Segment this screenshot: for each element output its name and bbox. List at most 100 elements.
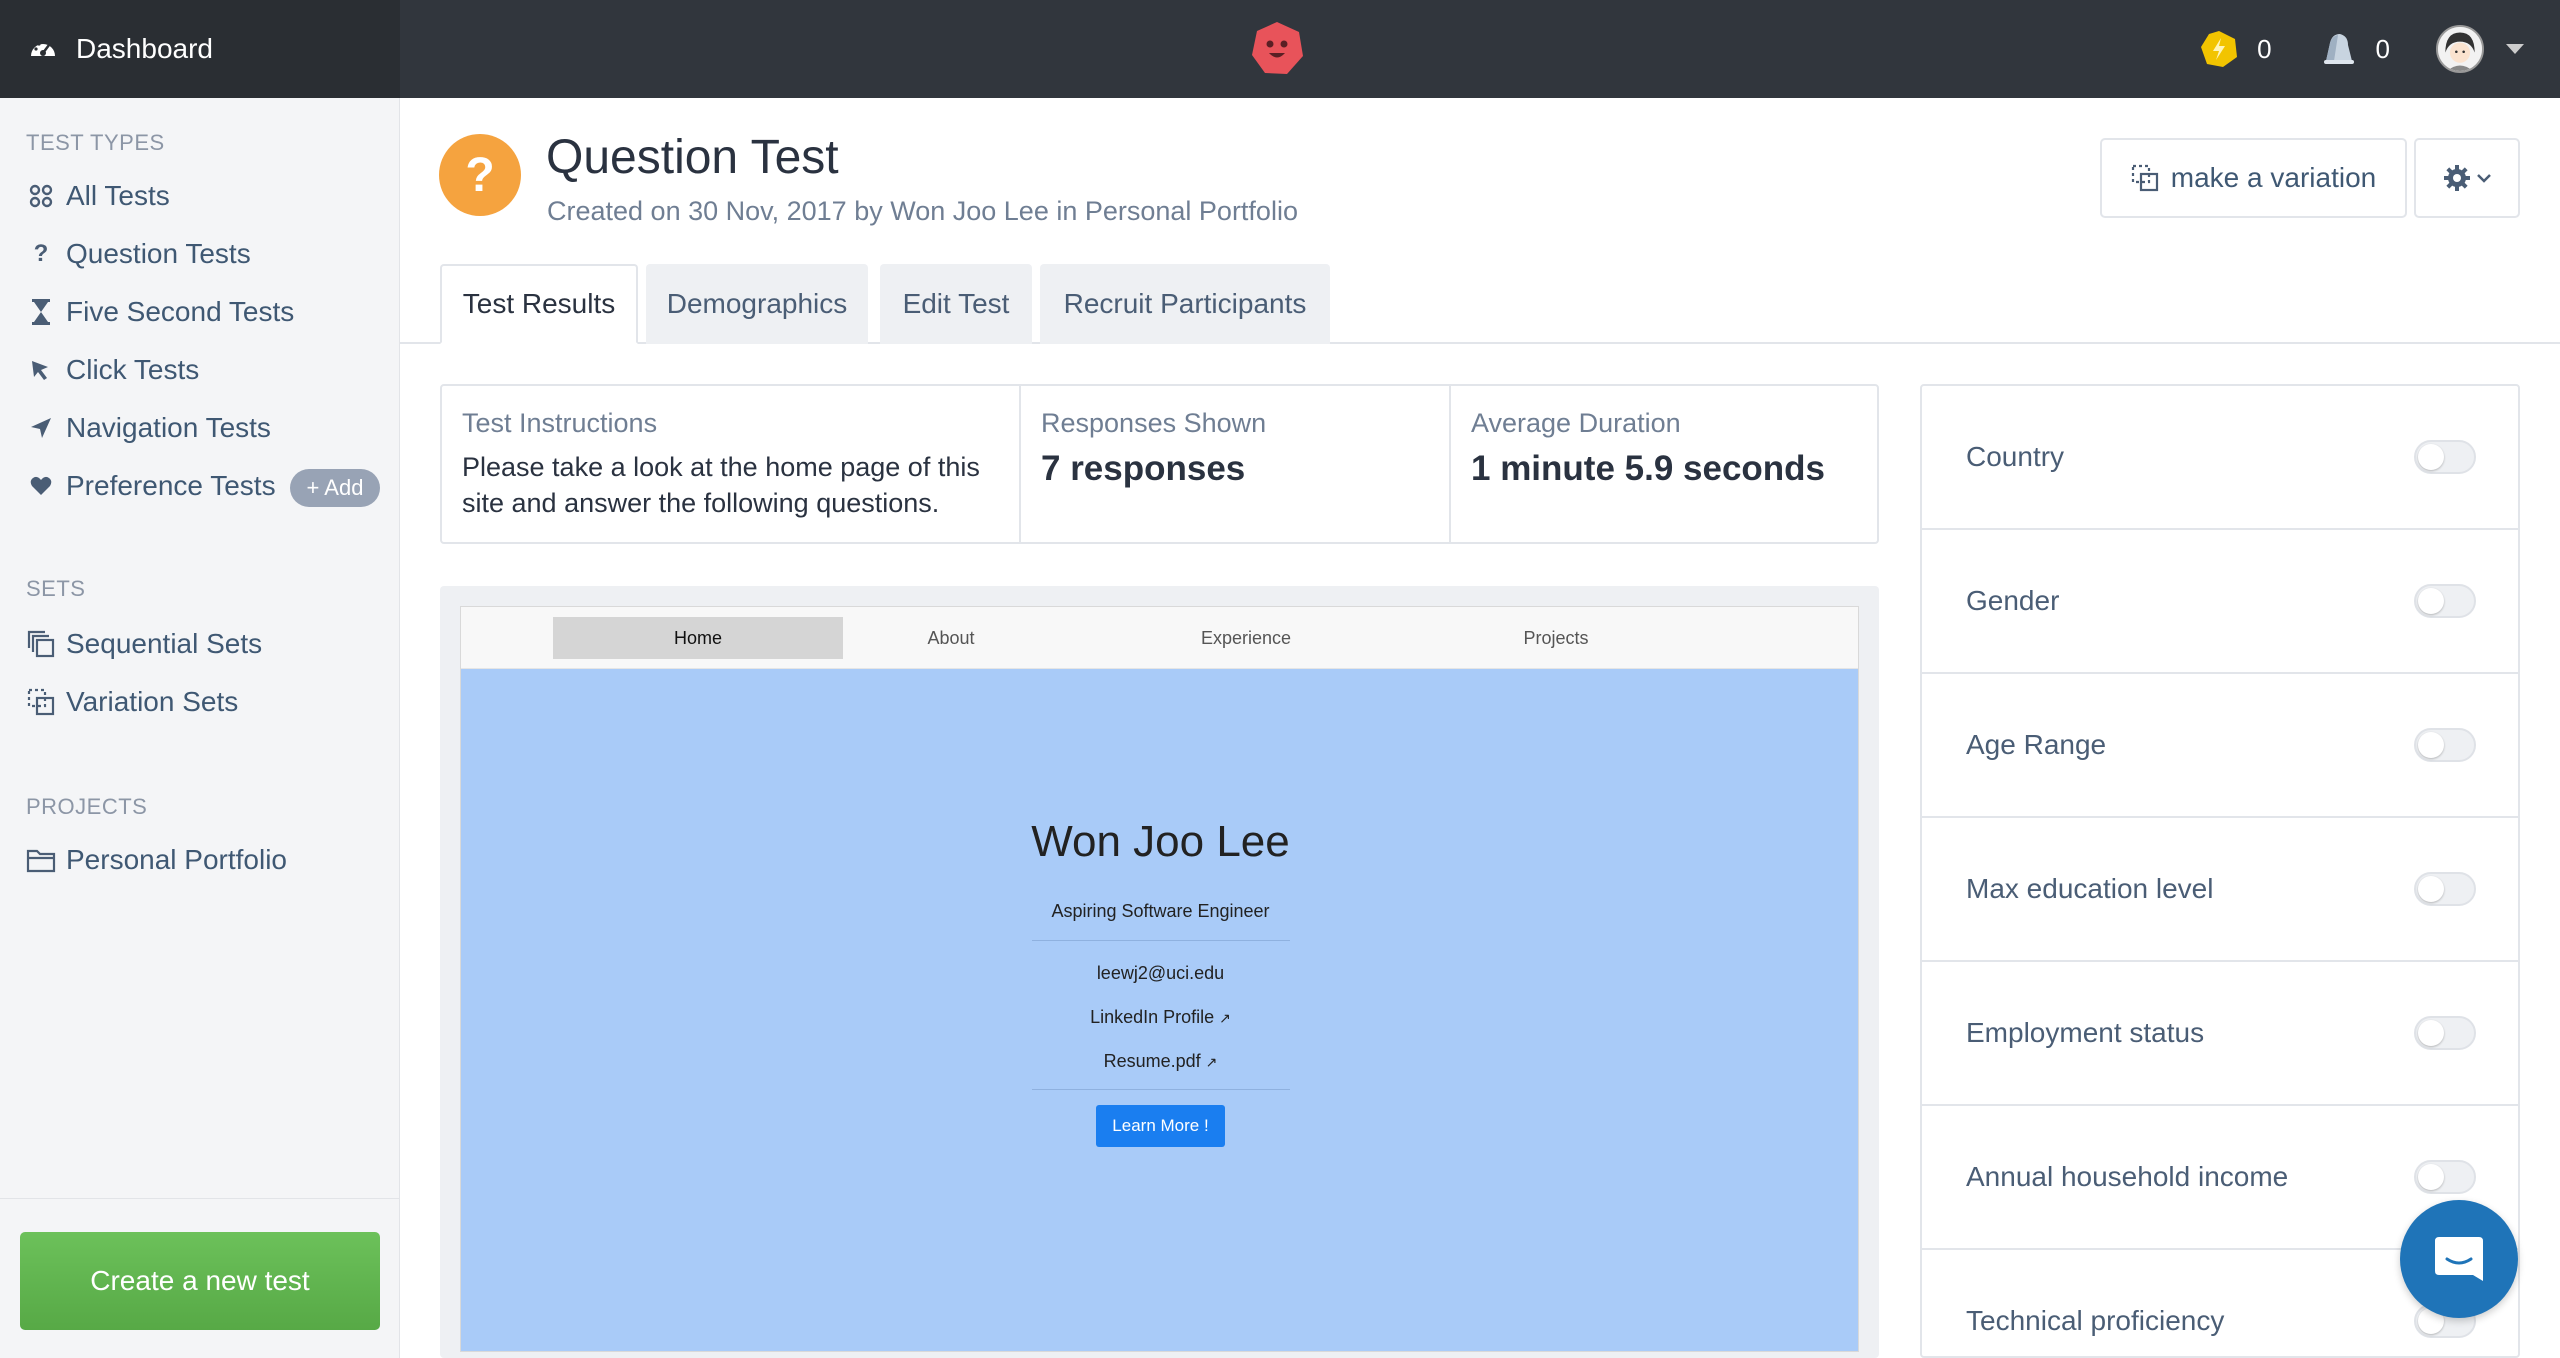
dashboard-icon xyxy=(31,40,55,56)
app-logo-icon[interactable] xyxy=(1249,20,1305,76)
preview-linkedin: LinkedIn Profile ↗ xyxy=(1090,1007,1231,1027)
dashboard-label: Dashboard xyxy=(76,33,213,64)
credits-coin-icon xyxy=(2201,31,2238,67)
duration-panel: Average Duration 1 minute 5.9 seconds xyxy=(1451,386,1877,542)
sidebar-item-label: Sequential Sets xyxy=(66,628,263,659)
filter-toggle[interactable] xyxy=(2414,872,2476,906)
sidebar-item-variation-sets[interactable]: Variation Sets xyxy=(26,682,238,722)
filter-label: Age Range xyxy=(1966,729,2107,760)
chevron-down-icon xyxy=(2477,174,2491,183)
filter-toggle[interactable] xyxy=(2414,728,2476,762)
gear-icon xyxy=(2444,165,2470,191)
chat-launcher-button[interactable] xyxy=(2400,1200,2518,1318)
external-link-icon: ↗ xyxy=(1219,1010,1231,1026)
notifications-count: 0 xyxy=(2375,33,2390,64)
instructions-text: Please take a look at the home page of t… xyxy=(462,452,980,518)
tab-demographics[interactable]: Demographics xyxy=(646,264,868,344)
sidebar-item-preference-tests[interactable]: Preference Tests xyxy=(26,466,276,506)
sidebar-item-all-tests[interactable]: All Tests xyxy=(26,176,170,216)
heart-icon xyxy=(26,476,56,496)
sidebar-item-label: Five Second Tests xyxy=(66,296,295,327)
bell-icon xyxy=(2323,34,2354,64)
responses-label: Responses Shown xyxy=(1041,408,1267,438)
filter-label: Country xyxy=(1966,441,2065,472)
website-screenshot: Home About Experience Projects Won Joo L… xyxy=(460,606,1859,1352)
credits-count: 0 xyxy=(2257,33,2272,64)
preview-divider xyxy=(1032,1089,1290,1090)
duration-value: 1 minute 5.9 seconds xyxy=(1471,449,1826,488)
variation-sets-icon xyxy=(26,688,56,716)
filter-label: Annual household income xyxy=(1966,1161,2289,1192)
filter-label: Gender xyxy=(1966,585,2060,616)
test-types-heading: TEST TYPES xyxy=(26,130,165,155)
sidebar-item-personal-portfolio[interactable]: Personal Portfolio xyxy=(26,840,287,880)
sidebar-divider xyxy=(0,1198,399,1199)
external-link-icon: ↗ xyxy=(1205,1054,1218,1070)
filter-toggle[interactable] xyxy=(2414,1160,2476,1194)
sidebar-item-navigation-tests[interactable]: Navigation Tests xyxy=(26,408,271,448)
navigation-arrow-icon xyxy=(26,417,56,439)
sets-heading: SETS xyxy=(26,576,86,601)
user-menu[interactable] xyxy=(2436,25,2524,73)
preview-nav-about: About xyxy=(927,627,975,648)
preview-nav-experience: Experience xyxy=(1200,627,1292,648)
filter-country: Country xyxy=(1922,386,2518,530)
preview-navbar: Home About Experience Projects xyxy=(461,607,1858,669)
test-summary: Test Instructions Please take a look at … xyxy=(440,384,1879,544)
sidebar-item-label: Question Tests xyxy=(66,238,251,269)
sidebar-item-five-second-tests[interactable]: Five Second Tests xyxy=(26,292,294,332)
sidebar-item-click-tests[interactable]: Click Tests xyxy=(26,350,199,390)
preview-learn-more-button: Learn More ! xyxy=(1096,1105,1225,1147)
filter-employment: Employment status xyxy=(1922,962,2518,1106)
filter-gender: Gender xyxy=(1922,530,2518,674)
sidebar-item-label: Variation Sets xyxy=(66,686,239,717)
tab-test-results[interactable]: Test Results xyxy=(440,264,638,344)
chat-icon xyxy=(2435,1237,2483,1281)
sidebar-item-label: Preference Tests xyxy=(66,470,276,501)
filter-toggle[interactable] xyxy=(2414,584,2476,618)
responses-panel: Responses Shown 7 responses xyxy=(1021,386,1451,542)
preview-nav-projects: Projects xyxy=(1523,627,1589,648)
responses-value: 7 responses xyxy=(1041,449,1246,488)
filter-toggle[interactable] xyxy=(2414,1016,2476,1050)
tab-recruit-participants[interactable]: Recruit Participants xyxy=(1040,264,1330,344)
filter-label: Max education level xyxy=(1966,873,2214,904)
tab-edit-test[interactable]: Edit Test xyxy=(880,264,1032,344)
sidebar xyxy=(0,98,400,1358)
sidebar-item-label: Personal Portfolio xyxy=(66,844,288,875)
question-icon: ? xyxy=(33,240,49,267)
sidebar-item-label: Navigation Tests xyxy=(66,412,271,443)
filter-label: Employment status xyxy=(1966,1017,2205,1048)
filter-toggle[interactable] xyxy=(2414,440,2476,474)
settings-dropdown-button[interactable] xyxy=(2414,138,2520,218)
page-title: Question Test xyxy=(546,131,839,184)
top-bar: Dashboard 0 0 xyxy=(0,0,2560,98)
instructions-label: Test Instructions xyxy=(462,408,658,438)
preview-hero: Won Joo Lee Aspiring Software Engineer l… xyxy=(461,669,1858,1351)
sidebar-item-label: All Tests xyxy=(66,180,170,211)
preview-divider xyxy=(1032,940,1290,941)
sidebar-item-sequential-sets[interactable]: Sequential Sets xyxy=(26,624,262,664)
cursor-icon xyxy=(26,359,56,381)
dashboard-link[interactable]: Dashboard xyxy=(0,0,400,98)
preview-name: Won Joo Lee xyxy=(1031,817,1290,866)
instructions-panel: Test Instructions Please take a look at … xyxy=(442,386,1021,542)
all-tests-icon xyxy=(26,183,56,209)
projects-heading: PROJECTS xyxy=(26,794,148,819)
preview-nav-home: Home xyxy=(553,617,843,659)
duration-label: Average Duration xyxy=(1471,408,1681,438)
page-subtitle: Created on 30 Nov, 2017 by Won Joo Lee i… xyxy=(547,196,1298,226)
make-variation-label: make a variation xyxy=(2170,162,2377,193)
filter-age-range: Age Range xyxy=(1922,674,2518,818)
credits-indicator[interactable]: 0 xyxy=(2199,29,2272,69)
variation-icon xyxy=(2131,164,2158,192)
make-variation-button[interactable]: make a variation xyxy=(2100,138,2407,218)
add-set-button[interactable]: + Add xyxy=(290,469,380,507)
filter-education: Max education level xyxy=(1922,818,2518,962)
sidebar-item-label: Click Tests xyxy=(66,354,200,385)
sidebar-item-question-tests[interactable]: ? Question Tests xyxy=(26,234,251,274)
question-test-badge: ? xyxy=(439,134,521,216)
filter-label: Technical proficiency xyxy=(1966,1305,2225,1336)
create-new-test-button[interactable]: Create a new test xyxy=(20,1232,380,1330)
notifications-indicator[interactable]: 0 xyxy=(2318,29,2390,69)
